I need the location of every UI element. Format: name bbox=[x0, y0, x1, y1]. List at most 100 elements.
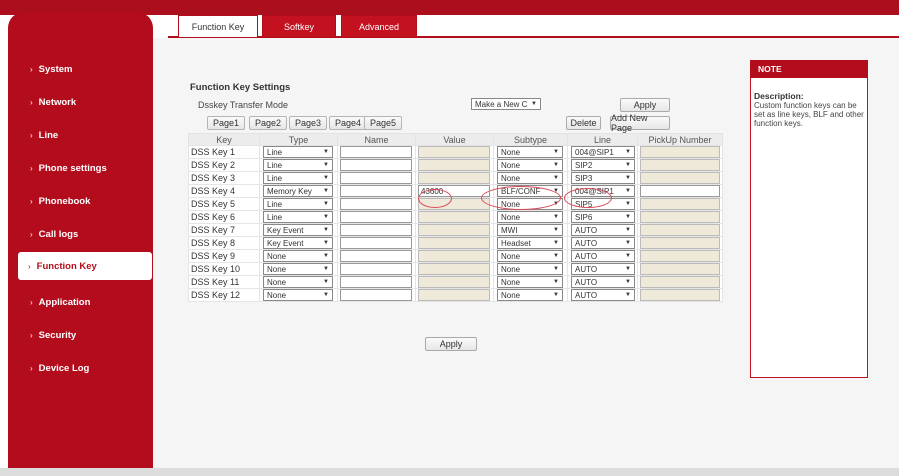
pickup-input[interactable] bbox=[640, 172, 720, 184]
pickup-input[interactable] bbox=[640, 185, 720, 197]
value-input[interactable] bbox=[418, 289, 490, 301]
line-select[interactable]: SIP3 ▼ bbox=[571, 172, 635, 184]
type-select[interactable]: None ▼ bbox=[263, 263, 333, 275]
sidebar-item-system[interactable]: › System bbox=[8, 55, 153, 83]
type-select[interactable]: None ▼ bbox=[263, 276, 333, 288]
name-cell bbox=[337, 275, 416, 289]
page2-button[interactable]: Page2 bbox=[249, 116, 287, 130]
pickup-input[interactable] bbox=[640, 198, 720, 210]
name-input[interactable] bbox=[340, 185, 412, 197]
line-select[interactable]: AUTO ▼ bbox=[571, 276, 635, 288]
value-input[interactable] bbox=[418, 146, 490, 158]
sidebar-item-label: Line bbox=[38, 129, 59, 141]
line-select[interactable]: SIP6 ▼ bbox=[571, 211, 635, 223]
line-select[interactable]: 004@SIP1 ▼ bbox=[571, 185, 635, 197]
sidebar-item-network[interactable]: › Network bbox=[8, 88, 153, 116]
sidebar-item-application[interactable]: › Application bbox=[8, 288, 153, 316]
sidebar-item-call-logs[interactable]: › Call logs bbox=[8, 220, 153, 248]
value-input[interactable] bbox=[418, 263, 490, 275]
pickup-input[interactable] bbox=[640, 159, 720, 171]
value-input[interactable] bbox=[418, 198, 490, 210]
delete-button[interactable]: Delete bbox=[566, 116, 601, 130]
value-input[interactable] bbox=[418, 224, 490, 236]
pickup-input[interactable] bbox=[640, 250, 720, 262]
type-select[interactable]: Memory Key ▼ bbox=[263, 185, 333, 197]
subtype-select[interactable]: Headset ▼ bbox=[497, 237, 563, 249]
page5-button[interactable]: Page5 bbox=[364, 116, 402, 130]
value-input[interactable] bbox=[418, 250, 490, 262]
apply-top-button[interactable]: Apply bbox=[620, 98, 670, 112]
value-input[interactable] bbox=[418, 211, 490, 223]
name-input[interactable] bbox=[340, 289, 412, 301]
name-input[interactable] bbox=[340, 211, 412, 223]
type-select[interactable]: Line ▼ bbox=[263, 159, 333, 171]
pickup-input[interactable] bbox=[640, 224, 720, 236]
line-select[interactable]: AUTO ▼ bbox=[571, 237, 635, 249]
name-input[interactable] bbox=[340, 263, 412, 275]
type-select[interactable]: Key Event ▼ bbox=[263, 237, 333, 249]
pickup-input[interactable] bbox=[640, 146, 720, 158]
line-select[interactable]: AUTO ▼ bbox=[571, 250, 635, 262]
name-input[interactable] bbox=[340, 276, 412, 288]
pickup-input[interactable] bbox=[640, 276, 720, 288]
subtype-select[interactable]: None ▼ bbox=[497, 289, 563, 301]
type-select[interactable]: None ▼ bbox=[263, 289, 333, 301]
tab-advanced[interactable]: Advanced bbox=[341, 15, 417, 37]
name-input[interactable] bbox=[340, 172, 412, 184]
subtype-select[interactable]: None ▼ bbox=[497, 211, 563, 223]
pickup-input[interactable] bbox=[640, 289, 720, 301]
type-select[interactable]: Line ▼ bbox=[263, 146, 333, 158]
name-input[interactable] bbox=[340, 198, 412, 210]
name-input[interactable] bbox=[340, 146, 412, 158]
pickup-input[interactable] bbox=[640, 211, 720, 223]
add-new-page-button[interactable]: Add New Page bbox=[610, 113, 670, 133]
page1-button[interactable]: Page1 bbox=[207, 116, 245, 130]
apply-bottom-button[interactable]: Apply bbox=[425, 337, 477, 351]
name-input[interactable] bbox=[340, 159, 412, 171]
sidebar-item-phone-settings[interactable]: › Phone settings bbox=[8, 154, 153, 182]
subtype-select[interactable]: None ▼ bbox=[497, 250, 563, 262]
name-input[interactable] bbox=[340, 224, 412, 236]
sidebar-item-security[interactable]: › Security bbox=[8, 321, 153, 349]
subtype-select[interactable]: None ▼ bbox=[497, 263, 563, 275]
value-input[interactable] bbox=[418, 159, 490, 171]
type-select[interactable]: Line ▼ bbox=[263, 198, 333, 210]
sidebar-item-device-log[interactable]: › Device Log bbox=[8, 354, 153, 382]
line-select[interactable]: AUTO ▼ bbox=[571, 224, 635, 236]
value-input[interactable] bbox=[418, 276, 490, 288]
page3-button[interactable]: Page3 bbox=[289, 116, 327, 130]
type-select[interactable]: Key Event ▼ bbox=[263, 224, 333, 236]
value-input[interactable] bbox=[418, 237, 490, 249]
line-select[interactable]: SIP2 ▼ bbox=[571, 159, 635, 171]
value-input[interactable]: 43600 bbox=[418, 185, 490, 197]
pickup-input[interactable] bbox=[640, 263, 720, 275]
name-input[interactable] bbox=[340, 237, 412, 249]
value-cell bbox=[415, 288, 494, 302]
subtype-select[interactable]: None ▼ bbox=[497, 159, 563, 171]
pickup-input[interactable] bbox=[640, 237, 720, 249]
sidebar-item-function-key[interactable]: › Function Key bbox=[18, 252, 152, 280]
subtype-select[interactable]: None ▼ bbox=[497, 198, 563, 210]
subtype-select[interactable]: None ▼ bbox=[497, 276, 563, 288]
tab-function-key[interactable]: Function Key bbox=[178, 15, 258, 37]
value-input[interactable] bbox=[418, 172, 490, 184]
type-select[interactable]: None ▼ bbox=[263, 250, 333, 262]
subtype-select[interactable]: BLF/CONF ▼ bbox=[497, 185, 563, 197]
sidebar-item-phonebook[interactable]: › Phonebook bbox=[8, 187, 153, 215]
sidebar-item-line[interactable]: › Line bbox=[8, 121, 153, 149]
name-input[interactable] bbox=[340, 250, 412, 262]
sidebar-item-label: Security bbox=[38, 329, 77, 341]
subtype-select[interactable]: MWI ▼ bbox=[497, 224, 563, 236]
subtype-select[interactable]: None ▼ bbox=[497, 146, 563, 158]
transfer-mode-select[interactable]: Make a New C ▼ bbox=[471, 98, 541, 110]
line-select[interactable]: 004@SIP1 ▼ bbox=[571, 146, 635, 158]
page4-button[interactable]: Page4 bbox=[329, 116, 367, 130]
note-header: NOTE bbox=[750, 60, 868, 78]
tab-softkey[interactable]: Softkey bbox=[262, 15, 336, 37]
type-select[interactable]: Line ▼ bbox=[263, 172, 333, 184]
line-select[interactable]: AUTO ▼ bbox=[571, 263, 635, 275]
subtype-select[interactable]: None ▼ bbox=[497, 172, 563, 184]
line-select[interactable]: SIP5 ▼ bbox=[571, 198, 635, 210]
line-select[interactable]: AUTO ▼ bbox=[571, 289, 635, 301]
type-select[interactable]: Line ▼ bbox=[263, 211, 333, 223]
